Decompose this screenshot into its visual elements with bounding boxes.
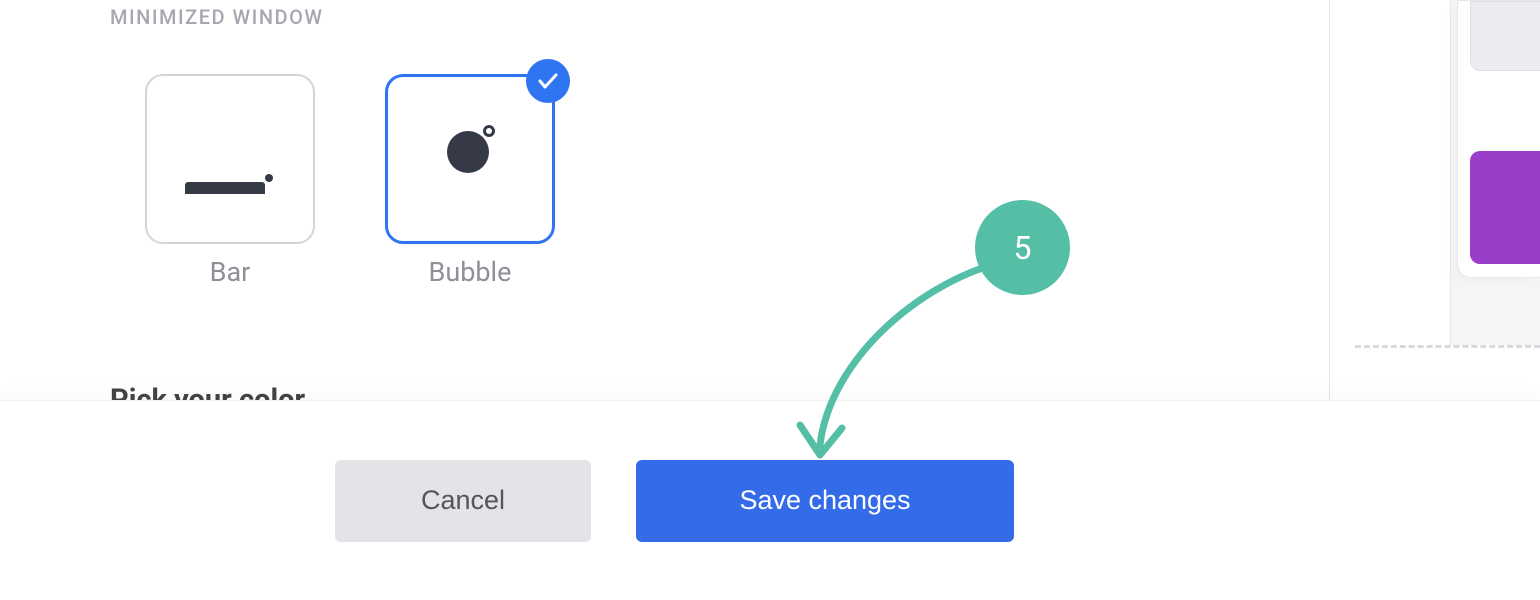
option-bubble[interactable]: Bubble [385, 74, 555, 288]
right-card-edge [1457, 0, 1540, 278]
option-bar[interactable]: Bar [145, 74, 315, 288]
footer-actions: Cancel Save changes [0, 400, 1540, 600]
step-badge: 5 [975, 200, 1070, 295]
option-bubble-box [385, 74, 555, 244]
preview-purple-box [1470, 151, 1540, 264]
option-bar-label: Bar [210, 256, 251, 288]
bar-icon [185, 176, 275, 194]
save-changes-button[interactable]: Save changes [636, 460, 1014, 542]
main-panel: MINIMIZED WINDOW Bar [40, 0, 1330, 400]
preview-top-box [1470, 1, 1540, 71]
section-label: MINIMIZED WINDOW [110, 5, 1329, 29]
minimized-window-options: Bar Bubble [145, 74, 1329, 288]
check-icon [526, 59, 570, 103]
bubble-icon [445, 125, 495, 175]
dashed-divider [1355, 345, 1540, 348]
option-bubble-label: Bubble [429, 256, 512, 288]
step-number: 5 [1014, 229, 1032, 267]
cancel-button[interactable]: Cancel [335, 460, 591, 542]
option-bar-box [145, 74, 315, 244]
